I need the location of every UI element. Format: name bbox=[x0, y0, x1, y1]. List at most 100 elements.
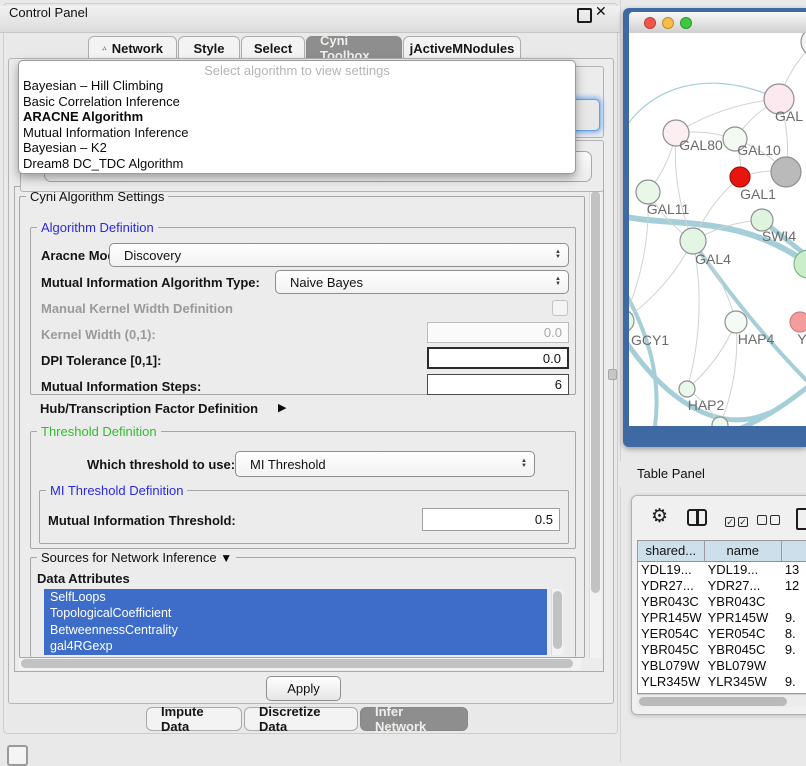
settings-gear-icon[interactable]: ⚙ bbox=[651, 508, 668, 526]
docked-panel-icon[interactable] bbox=[7, 745, 28, 766]
network-canvas[interactable]: GALGAL80GAL10GAL1GAL11SWI4GAL4GCY1HAP4YH… bbox=[629, 33, 806, 426]
table-cell: YDR27... bbox=[705, 578, 782, 594]
node-label: HAP4 bbox=[738, 331, 775, 347]
bottom-tab-discretize-data[interactable]: Discretize Data bbox=[244, 707, 358, 731]
table-cell: YDR27... bbox=[638, 578, 705, 594]
tab-cyni-toolbox[interactable]: Cyni Toolbox bbox=[306, 36, 402, 59]
column-layout-icon[interactable] bbox=[687, 509, 707, 526]
dpi-tolerance-label: DPI Tolerance [0,1]: bbox=[41, 353, 161, 368]
mi-type-label: Mutual Information Algorithm Type: bbox=[41, 275, 260, 290]
float-window-icon[interactable] bbox=[577, 8, 592, 23]
table-cell: YPR145W bbox=[705, 610, 782, 626]
mi-threshold-field[interactable]: 0.5 bbox=[422, 508, 560, 531]
table-header-row[interactable]: shared...name bbox=[638, 541, 806, 562]
attribute-item-selected[interactable]: BetweennessCentrality bbox=[44, 622, 547, 638]
table-cell: YLR345W bbox=[705, 674, 782, 690]
tab-select[interactable]: Select bbox=[241, 36, 305, 59]
attributes-list-scrollbar[interactable] bbox=[551, 589, 563, 655]
node-label: GCY1 bbox=[631, 332, 669, 348]
hub-definition-label: Hub/Transcription Factor Definition bbox=[40, 401, 258, 416]
attribute-item-selected[interactable]: SelfLoops bbox=[44, 589, 547, 605]
table-row[interactable]: YPR145WYPR145W9. bbox=[638, 610, 806, 626]
node-label: Y bbox=[797, 331, 806, 347]
table-cell: YDL19... bbox=[705, 562, 782, 578]
bottom-tab-impute-data[interactable]: Impute Data bbox=[146, 707, 242, 731]
network-edge-highlighted bbox=[629, 83, 779, 143]
which-threshold-combobox[interactable]: MI Threshold ▲▼ bbox=[235, 451, 535, 477]
bottom-tab-infer-network[interactable]: Infer Network bbox=[360, 707, 468, 731]
collapse-down-arrow-icon[interactable]: ▼ bbox=[220, 551, 232, 565]
algorithm-option[interactable]: Basic Correlation Inference bbox=[19, 94, 575, 110]
data-attributes-list[interactable]: SelfLoopsTopologicalCoefficientBetweenne… bbox=[44, 589, 547, 655]
tab-label: Select bbox=[254, 41, 292, 56]
settings-horizontal-scrollbar[interactable] bbox=[19, 658, 581, 670]
column-header-name[interactable]: name bbox=[705, 541, 782, 561]
table-row[interactable]: YBL079WYBL079W bbox=[638, 658, 806, 674]
close-icon[interactable]: ✕ bbox=[595, 3, 607, 20]
mi-type-combobox[interactable]: Naive Bayes ▲▼ bbox=[275, 270, 569, 294]
attribute-item-selected[interactable]: TopologicalCoefficient bbox=[44, 605, 547, 621]
apply-button[interactable]: Apply bbox=[266, 676, 341, 701]
node-label: GAL80 bbox=[679, 137, 723, 153]
combo-arrows-icon: ▲▼ bbox=[555, 250, 561, 260]
select-all-checkboxes-icon[interactable]: ✓✓ bbox=[725, 512, 751, 530]
aracne-mode-value: Discovery bbox=[124, 248, 181, 263]
node-label: GAL1 bbox=[740, 186, 776, 202]
aracne-mode-combobox[interactable]: Discovery ▲▼ bbox=[109, 243, 569, 267]
tab-network[interactable]: Network bbox=[88, 36, 177, 59]
settings-vertical-scrollbar[interactable] bbox=[589, 188, 602, 658]
tab-style[interactable]: Style bbox=[178, 36, 240, 59]
column-header-shared...[interactable]: shared... bbox=[638, 541, 705, 561]
control-panel-header bbox=[0, 6, 620, 33]
table-cell bbox=[782, 594, 806, 610]
table-cell: YBR043C bbox=[638, 594, 705, 610]
algorithm-definition-legend: Algorithm Definition bbox=[37, 220, 158, 235]
network-node[interactable] bbox=[790, 312, 806, 332]
column-header-cut[interactable] bbox=[782, 541, 806, 561]
node-attribute-table[interactable]: shared...name YDL19...YDL19...13YDR27...… bbox=[637, 540, 806, 694]
dpi-tolerance-field[interactable]: 0.0 bbox=[427, 347, 569, 369]
minimize-traffic-light-icon[interactable] bbox=[662, 17, 674, 29]
attribute-item-selected[interactable]: gal4RGexp bbox=[44, 638, 547, 654]
zoom-traffic-light-icon[interactable] bbox=[680, 17, 692, 29]
table-row[interactable]: YDR27...YDR27...12 bbox=[638, 578, 806, 594]
table-cell: 9. bbox=[782, 674, 806, 690]
splitter-grip[interactable] bbox=[608, 369, 617, 380]
algorithm-option[interactable]: Bayesian – K2 bbox=[19, 140, 575, 156]
table-row[interactable]: YLR345WYLR345W9. bbox=[638, 674, 806, 690]
table-cell: YBL079W bbox=[638, 658, 705, 674]
file-icon[interactable] bbox=[796, 508, 806, 530]
deselect-all-checkboxes-icon[interactable] bbox=[757, 512, 783, 530]
tab-jactivemnodules[interactable]: jActiveMNodules bbox=[403, 36, 521, 59]
algorithm-option[interactable]: ARACNE Algorithm bbox=[19, 109, 575, 125]
combo-arrows-icon: ▲▼ bbox=[555, 277, 561, 287]
network-window-titlebar[interactable] bbox=[629, 12, 806, 34]
table-cell: YLR345W bbox=[638, 674, 705, 690]
kernel-width-label: Kernel Width (0,1): bbox=[41, 327, 156, 342]
algorithm-option[interactable]: Dream8 DC_TDC Algorithm bbox=[19, 156, 575, 172]
mi-steps-field[interactable]: 6 bbox=[427, 374, 569, 395]
kernel-width-field[interactable]: 0.0 bbox=[427, 322, 569, 343]
network-node[interactable] bbox=[730, 167, 750, 187]
table-horizontal-scrollbar[interactable] bbox=[637, 694, 806, 707]
table-row[interactable]: YBR045CYBR045C9. bbox=[638, 642, 806, 658]
table-row[interactable]: YDL19...YDL19...13 bbox=[638, 562, 806, 578]
close-traffic-light-icon[interactable] bbox=[644, 17, 656, 29]
table-cell: YER054C bbox=[705, 626, 782, 642]
network-node[interactable] bbox=[725, 311, 747, 333]
manual-kernel-checkbox[interactable] bbox=[552, 300, 568, 316]
table-row[interactable]: YER054CYER054C8. bbox=[638, 626, 806, 642]
mi-threshold-legend: MI Threshold Definition bbox=[46, 483, 187, 498]
algorithm-option[interactable]: Mutual Information Inference bbox=[19, 125, 575, 141]
network-node[interactable] bbox=[679, 381, 695, 397]
cyni-algorithm-settings-group: Cyni Algorithm Settings Algorithm Defini… bbox=[19, 196, 585, 658]
network-edge bbox=[629, 241, 693, 321]
expand-right-arrow-icon[interactable]: ▶ bbox=[278, 401, 286, 414]
panel-title: Control Panel bbox=[9, 5, 88, 20]
algorithm-option[interactable]: Bayesian – Hill Climbing bbox=[19, 78, 575, 94]
mi-threshold-label: Mutual Information Threshold: bbox=[48, 513, 236, 528]
table-cell: YBR045C bbox=[705, 642, 782, 658]
table-row[interactable]: YBR043CYBR043C bbox=[638, 594, 806, 610]
network-node[interactable] bbox=[771, 157, 801, 187]
network-node[interactable] bbox=[801, 33, 806, 56]
